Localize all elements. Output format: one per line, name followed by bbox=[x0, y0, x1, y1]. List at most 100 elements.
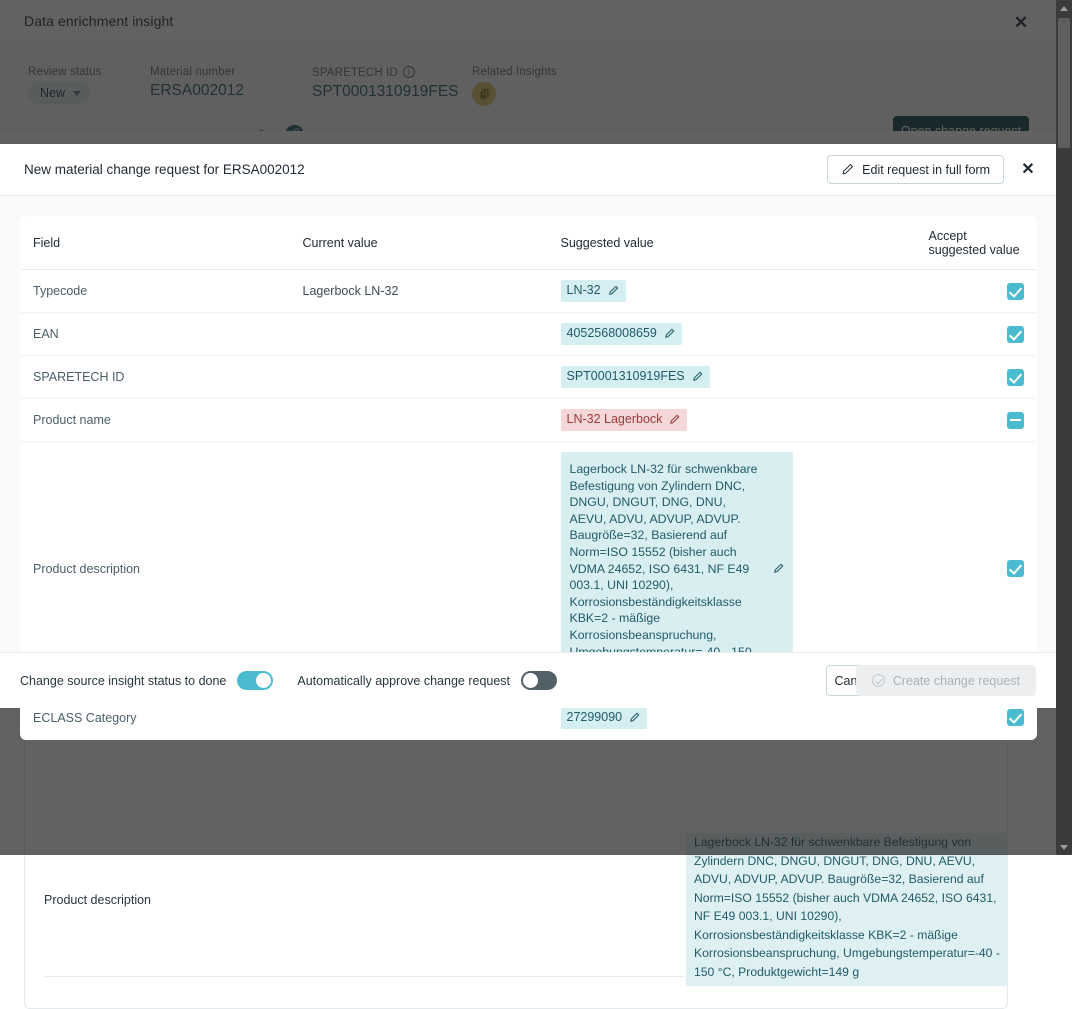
field-label: SPARETECH ID bbox=[33, 370, 125, 384]
divider bbox=[44, 976, 684, 977]
table-row: Product name LN-32 Lagerbock bbox=[21, 398, 1036, 442]
suggested-value-chip[interactable]: LN-32 bbox=[560, 280, 626, 302]
field-label: EAN bbox=[33, 327, 59, 341]
toggle-change-source-status-label: Change source insight status to done bbox=[20, 673, 227, 688]
pencil-icon[interactable] bbox=[692, 371, 703, 382]
column-header-current: Current value bbox=[290, 216, 549, 270]
suggested-value-chip[interactable]: SPT0001310919FES bbox=[560, 366, 710, 388]
cell-accept bbox=[916, 398, 1036, 442]
cell-accept bbox=[916, 312, 1036, 356]
background-field-value: Lagerbock LN-32 für schwenkbare Befestig… bbox=[686, 833, 1008, 986]
cell-current-value bbox=[290, 355, 549, 399]
modal-header: New material change request for ERSA0020… bbox=[0, 144, 1056, 196]
field-label: Typecode bbox=[33, 284, 88, 298]
suggested-value-text: LN-32 Lagerbock bbox=[566, 412, 663, 426]
pencil-icon[interactable] bbox=[608, 285, 619, 296]
pencil-icon bbox=[842, 163, 854, 175]
field-label: Product name bbox=[33, 413, 111, 427]
toggle-auto-approve: Automatically approve change request bbox=[297, 671, 558, 690]
create-change-request-button[interactable]: Create change request bbox=[855, 665, 1036, 696]
cell-current-value bbox=[290, 398, 549, 442]
close-icon[interactable]: ✕ bbox=[1010, 12, 1032, 34]
table-header-row: Field Current value Suggested value Acce… bbox=[21, 216, 1036, 270]
toggle-auto-approve-label: Automatically approve change request bbox=[297, 673, 511, 688]
accept-checkbox[interactable] bbox=[1007, 560, 1024, 578]
suggested-value-chip[interactable]: LN-32 Lagerbock bbox=[560, 409, 688, 431]
suggested-value-text: LN-32 bbox=[566, 283, 601, 297]
column-header-accept: Accept suggested value bbox=[916, 216, 1036, 270]
page-title: Data enrichment insight bbox=[24, 13, 174, 29]
table-row: EAN 4052568008659 bbox=[21, 312, 1036, 356]
material-number-block: Material number ERSA002012 bbox=[150, 66, 244, 100]
scroll-down-arrow-icon[interactable] bbox=[1056, 839, 1072, 855]
review-status-value: New bbox=[40, 86, 66, 100]
review-status-label: Review status bbox=[28, 66, 102, 78]
toggle-change-source-status: Change source insight status to done bbox=[20, 671, 274, 690]
cell-current-value bbox=[290, 312, 549, 356]
review-status-dropdown[interactable]: New bbox=[28, 82, 92, 104]
cell-field: Product name bbox=[21, 398, 291, 442]
material-number-value: ERSA002012 bbox=[150, 82, 244, 99]
circle-check-icon bbox=[871, 674, 885, 687]
suggested-value-block[interactable]: Lagerbock LN-32 für schwenkbare Befestig… bbox=[560, 452, 793, 686]
modal-title: New material change request for ERSA0020… bbox=[24, 162, 305, 177]
accept-checkbox[interactable] bbox=[1007, 368, 1024, 386]
scroll-up-arrow-icon[interactable] bbox=[1056, 0, 1072, 16]
pencil-icon[interactable] bbox=[664, 328, 675, 339]
suggested-value-text: 27299090 bbox=[566, 709, 623, 724]
review-status-block: Review status New bbox=[28, 66, 102, 104]
field-label: ECLASS Category bbox=[33, 710, 137, 725]
sparetech-id-block: SPARETECH ID i SPT0001310919FES bbox=[312, 66, 459, 101]
cell-field: Typecode bbox=[21, 269, 291, 313]
modal-body: Field Current value Suggested value Acce… bbox=[0, 196, 1056, 740]
sparetech-id-value: SPT0001310919FES bbox=[312, 83, 459, 100]
pencil-icon[interactable] bbox=[773, 563, 784, 574]
vertical-scrollbar[interactable] bbox=[1056, 0, 1072, 855]
column-header-suggested: Suggested value bbox=[548, 216, 917, 270]
edit-request-in-full-form-button[interactable]: Edit request in full form bbox=[827, 155, 1004, 184]
toggle-auto-approve-switch[interactable] bbox=[521, 671, 558, 690]
table-row: Typecode Lagerbock LN-32 LN-32 bbox=[21, 269, 1036, 313]
cell-current-value: Lagerbock LN-32 bbox=[290, 269, 549, 313]
chevron-down-icon bbox=[73, 90, 82, 96]
create-change-request-label: Create change request bbox=[892, 673, 1020, 688]
background-topbar: Data enrichment insight ✕ bbox=[0, 0, 1056, 44]
accept-checkbox[interactable] bbox=[1007, 709, 1024, 727]
modal-footer: Change source insight status to done Aut… bbox=[0, 652, 1056, 708]
suggested-value-text: SPT0001310919FES bbox=[566, 369, 685, 383]
change-request-modal: New material change request for ERSA0020… bbox=[0, 144, 1056, 740]
accept-checkbox[interactable] bbox=[1007, 282, 1024, 300]
cell-accept bbox=[916, 355, 1036, 399]
related-insights-label: Related Insights bbox=[472, 66, 557, 78]
scrollbar-thumb[interactable] bbox=[1058, 18, 1070, 148]
insight-meta-bar: Review status New Material number ERSA00… bbox=[0, 45, 1056, 146]
pencil-icon[interactable] bbox=[669, 414, 680, 425]
accept-checkbox[interactable] bbox=[1007, 411, 1024, 429]
cell-field: EAN bbox=[21, 312, 291, 356]
modal-close-icon[interactable]: ✕ bbox=[1018, 160, 1038, 180]
cell-suggested-value: 4052568008659 bbox=[548, 312, 917, 356]
suggested-value-chip[interactable]: 27299090 bbox=[560, 706, 648, 729]
field-label: Product description bbox=[33, 561, 141, 576]
sparetech-id-label: SPARETECH ID i bbox=[312, 66, 459, 79]
cell-field: SPARETECH ID bbox=[21, 355, 291, 399]
current-value: Lagerbock LN-32 bbox=[302, 284, 399, 298]
suggested-value-text: 4052568008659 bbox=[566, 326, 657, 340]
suggested-value-chip[interactable]: 4052568008659 bbox=[560, 323, 682, 345]
column-header-field: Field bbox=[21, 216, 291, 270]
cell-suggested-value: LN-32 bbox=[548, 269, 917, 313]
material-number-label: Material number bbox=[150, 66, 236, 78]
accept-checkbox[interactable] bbox=[1007, 325, 1024, 343]
related-insights-block: Related Insights bbox=[472, 66, 557, 106]
suggested-value-text: Lagerbock LN-32 für schwenkbare Befestig… bbox=[569, 462, 758, 675]
info-icon[interactable]: i bbox=[402, 66, 415, 78]
cell-accept bbox=[916, 269, 1036, 313]
background-field-label: Product description bbox=[44, 893, 152, 907]
edit-request-label: Edit request in full form bbox=[862, 162, 990, 177]
pencil-icon[interactable] bbox=[629, 712, 640, 723]
cell-suggested-value: SPT0001310919FES bbox=[548, 355, 917, 399]
document-badge-icon[interactable] bbox=[472, 82, 496, 106]
table-row: SPARETECH ID SPT0001310919FES bbox=[21, 355, 1036, 399]
toggle-change-source-status-switch[interactable] bbox=[237, 671, 274, 690]
cell-suggested-value: LN-32 Lagerbock bbox=[548, 398, 917, 442]
